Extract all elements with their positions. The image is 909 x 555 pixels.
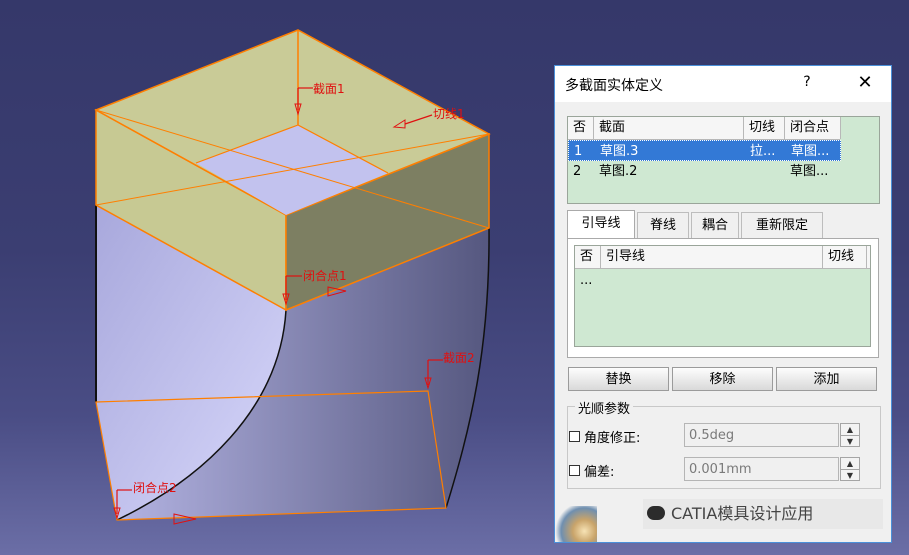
deviation-label: 偏差: bbox=[584, 465, 615, 480]
close-button[interactable]: ✕ bbox=[851, 72, 879, 96]
row-no: 2 bbox=[573, 164, 582, 179]
row-tangent: 拉... bbox=[750, 144, 776, 159]
row-closing: 草图... bbox=[791, 144, 830, 159]
angle-spinner[interactable]: ▲ ▼ bbox=[840, 423, 860, 447]
help-button[interactable]: ? bbox=[793, 74, 821, 94]
section2-label: 截面2 bbox=[443, 351, 475, 365]
add-button[interactable]: 添加 bbox=[776, 367, 877, 391]
row-section: 草图.3 bbox=[600, 144, 639, 159]
watermark-text: CATIA模具设计应用 bbox=[643, 499, 883, 529]
row-section: 草图.2 bbox=[599, 164, 638, 179]
dialog-title: 多截面实体定义 bbox=[565, 78, 663, 94]
row-no: 1 bbox=[574, 144, 583, 159]
remove-button[interactable]: 移除 bbox=[672, 367, 773, 391]
title-bar[interactable]: 多截面实体定义 ? ✕ bbox=[555, 66, 891, 102]
wechat-icon bbox=[647, 506, 665, 520]
guides-panel: 否 引导线 切线 ... bbox=[567, 238, 879, 358]
row-closing: 草图... bbox=[790, 164, 829, 179]
angle-correction-checkbox[interactable] bbox=[569, 431, 580, 442]
row-no: ... bbox=[580, 273, 593, 288]
angle-correction-label: 角度修正: bbox=[584, 431, 641, 446]
tab-coupling[interactable]: 耦合 bbox=[691, 212, 739, 238]
table-row[interactable]: 1 草图.3 拉... 草图... bbox=[568, 140, 841, 161]
deviation-spinner[interactable]: ▲ ▼ bbox=[840, 457, 860, 481]
sections-table[interactable]: 否 截面 切线 闭合点 1 草图.3 拉... 草图... 2 草图.2 草图.… bbox=[567, 116, 880, 204]
table-row[interactable]: 2 草图.2 草图... bbox=[568, 161, 841, 182]
col-tangent[interactable]: 切线 bbox=[823, 246, 867, 268]
table-row[interactable]: ... bbox=[575, 270, 865, 291]
closing1-label: 闭合点1 bbox=[303, 268, 347, 283]
angle-correction-input[interactable]: 0.5deg bbox=[684, 423, 839, 447]
tab-relimitation[interactable]: 重新限定 bbox=[741, 212, 823, 238]
row-tangent bbox=[744, 161, 785, 182]
sections-table-header: 否 截面 切线 闭合点 bbox=[568, 117, 841, 140]
deviation-input[interactable]: 0.001mm bbox=[684, 457, 839, 481]
col-section[interactable]: 截面 bbox=[594, 117, 744, 139]
tangent1-label: 切线1 bbox=[433, 107, 465, 121]
col-guide[interactable]: 引导线 bbox=[601, 246, 823, 268]
col-no[interactable]: 否 bbox=[568, 117, 594, 139]
col-closing-point[interactable]: 闭合点 bbox=[785, 117, 841, 139]
tab-guides[interactable]: 引导线 bbox=[567, 210, 635, 239]
closing2-label: 闭合点2 bbox=[133, 480, 177, 495]
multi-section-solid-dialog: 多截面实体定义 ? ✕ 否 截面 切线 闭合点 1 草图.3 拉... 草图..… bbox=[554, 65, 892, 543]
smoothing-group-title: 光顺参数 bbox=[575, 398, 634, 417]
col-no[interactable]: 否 bbox=[575, 246, 601, 268]
guides-table-header: 否 引导线 切线 bbox=[575, 246, 870, 269]
deviation-checkbox[interactable] bbox=[569, 465, 580, 476]
globe-icon bbox=[555, 506, 597, 542]
tab-spine[interactable]: 脊线 bbox=[637, 212, 689, 238]
replace-button[interactable]: 替换 bbox=[568, 367, 669, 391]
guides-table[interactable]: 否 引导线 切线 ... bbox=[574, 245, 871, 347]
col-tangent[interactable]: 切线 bbox=[744, 117, 785, 139]
section1-label: 截面1 bbox=[313, 82, 345, 96]
